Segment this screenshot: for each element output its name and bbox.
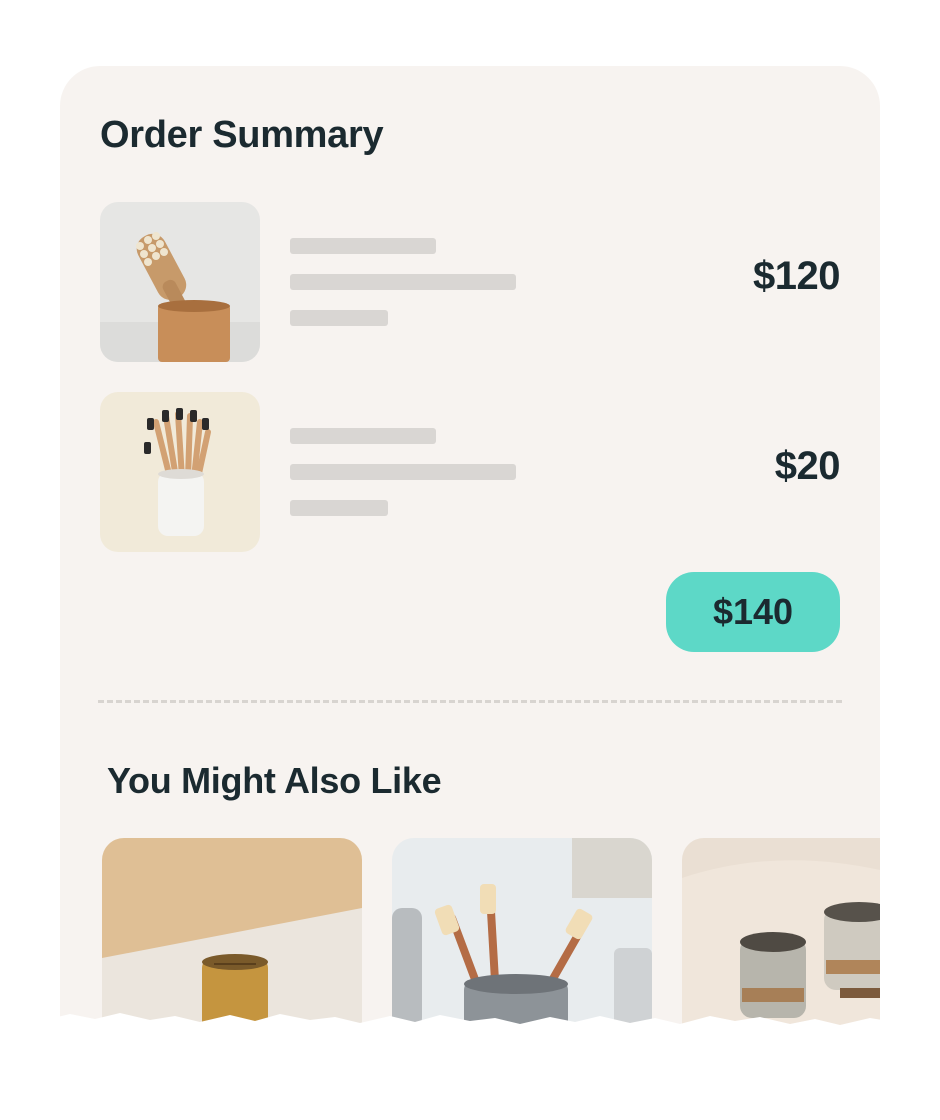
item-description-placeholder xyxy=(290,464,516,480)
section-divider xyxy=(98,700,842,703)
item-name-placeholder xyxy=(290,428,436,444)
item-price: $120 xyxy=(753,254,840,298)
item-description-placeholder xyxy=(290,274,516,290)
order-summary-title: Order Summary xyxy=(100,114,384,156)
torn-edge-overlay xyxy=(0,1013,940,1120)
recommendations-title: You Might Also Like xyxy=(107,760,442,801)
total-price-badge[interactable]: $140 xyxy=(666,572,840,652)
hair-brush-in-cup-icon xyxy=(100,202,260,362)
toothbrushes-in-cup-icon xyxy=(100,392,260,552)
item-price: $20 xyxy=(774,444,841,488)
order-summary-card: Order Summary $120 $20 $140 You Might Al… xyxy=(60,66,880,1120)
item-name-placeholder xyxy=(290,238,436,254)
product-thumbnail-brush[interactable] xyxy=(100,202,260,362)
item-meta-placeholder xyxy=(290,310,388,326)
item-meta-placeholder xyxy=(290,500,388,516)
product-thumbnail-toothbrushes[interactable] xyxy=(100,392,260,552)
